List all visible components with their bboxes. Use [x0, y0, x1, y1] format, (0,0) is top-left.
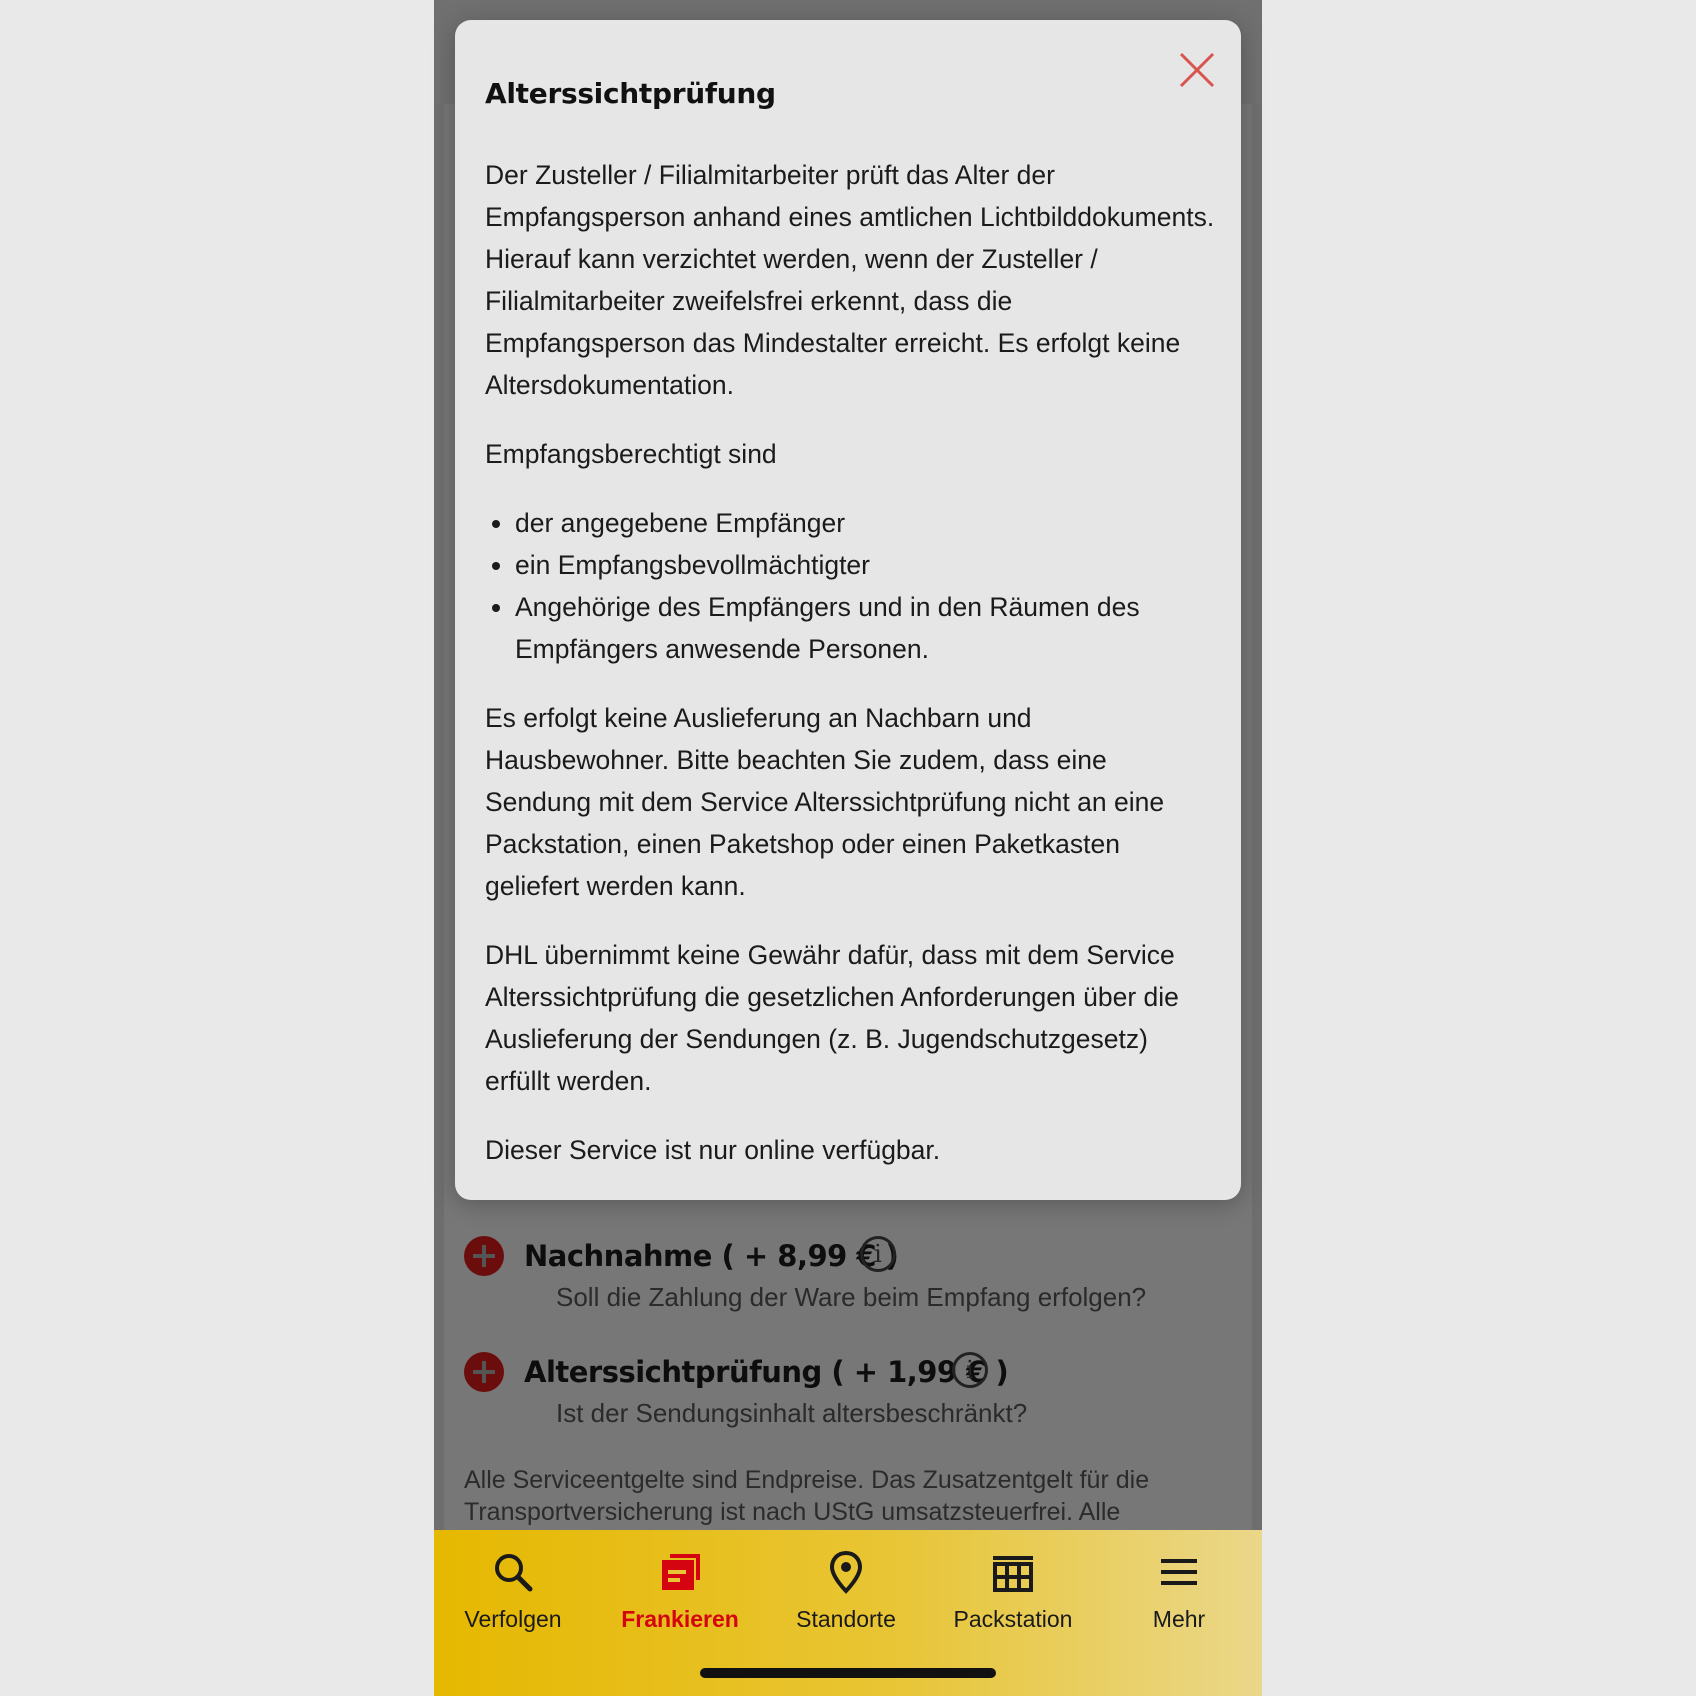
- tab-standorte[interactable]: Standorte: [771, 1550, 921, 1650]
- tab-packstation[interactable]: Packstation: [938, 1550, 1088, 1650]
- service-description: Ist der Sendungsinhalt altersbeschränkt?: [556, 1398, 1028, 1428]
- dialog-body: Der Zusteller / Filialmitarbeiter prüft …: [485, 154, 1219, 1198]
- tab-verfolgen[interactable]: Verfolgen: [438, 1550, 588, 1650]
- list-item: ein Empfangsbevollmächtigter: [515, 544, 1219, 586]
- tab-label: Mehr: [1152, 1606, 1206, 1632]
- packstation-icon: [993, 1556, 1033, 1592]
- close-button[interactable]: [1175, 48, 1219, 92]
- info-icon[interactable]: i: [952, 1352, 988, 1388]
- dialog-paragraph: Es erfolgt keine Auslieferung an Nachbar…: [485, 703, 1165, 901]
- tab-frankieren[interactable]: Frankieren: [605, 1550, 755, 1650]
- info-icon[interactable]: i: [860, 1236, 896, 1272]
- menu-icon: [1161, 1559, 1197, 1585]
- dialog-title: Alterssichtprüfung: [485, 77, 776, 110]
- stamp-icon: [662, 1554, 700, 1590]
- service-title: Alterssichtprüfung ( + 1,99 € ): [524, 1355, 1009, 1389]
- bottom-tab-bar: Verfolgen Frankieren Standorte Packstati…: [434, 1530, 1262, 1696]
- tab-label: Packstation: [953, 1606, 1073, 1632]
- recipient-list: der angegebene Empfänger ein Empfangsbev…: [485, 502, 1219, 670]
- location-pin-icon: [829, 1550, 863, 1594]
- dialog-paragraph: Empfangsberechtigt sind: [485, 439, 777, 469]
- plus-circle-icon[interactable]: [464, 1352, 504, 1392]
- plus-circle-icon[interactable]: [464, 1236, 504, 1276]
- service-description: Soll die Zahlung der Ware beim Empfang e…: [556, 1282, 1147, 1312]
- home-indicator: [700, 1668, 996, 1678]
- dialog-paragraph: DHL übernimmt keine Gewähr dafür, dass m…: [485, 940, 1179, 1096]
- dialog-paragraph: Dieser Service ist nur online verfügbar.: [485, 1135, 941, 1165]
- price-footnote: Alle Serviceentgelte sind Endpreise. Das…: [464, 1466, 1150, 1526]
- close-icon: [1179, 52, 1215, 88]
- tab-mehr[interactable]: Mehr: [1104, 1550, 1254, 1650]
- dialog-paragraph: Der Zusteller / Filialmitarbeiter prüft …: [485, 160, 1215, 400]
- service-title: Nachnahme ( + 8,99 € ): [524, 1239, 899, 1273]
- tab-label: Frankieren: [621, 1606, 739, 1632]
- tab-label: Standorte: [796, 1606, 896, 1632]
- search-icon: [495, 1554, 533, 1592]
- list-item: der angegebene Empfänger: [515, 502, 1219, 544]
- list-item: Angehörige des Empfängers und in den Räu…: [515, 586, 1219, 670]
- info-dialog: Alterssichtprüfung Der Zusteller / Filia…: [455, 20, 1241, 1200]
- tab-label: Verfolgen: [464, 1606, 562, 1632]
